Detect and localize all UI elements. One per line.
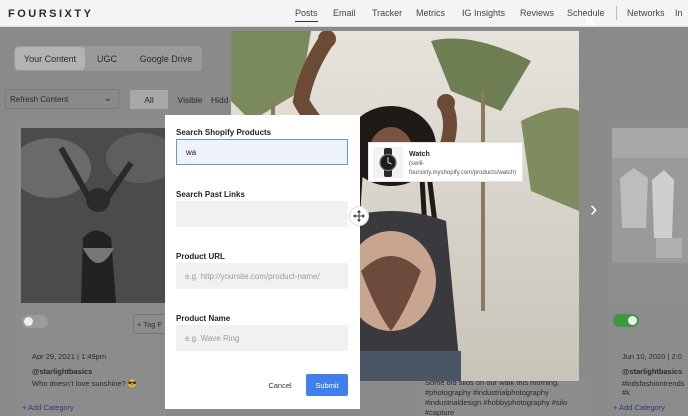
tag-product-button-left[interactable]: + Tag F bbox=[133, 314, 166, 334]
brand-logo[interactable]: FOURSIXTY bbox=[8, 8, 93, 20]
visibility-toggle-left[interactable] bbox=[22, 315, 48, 328]
post-user-left[interactable]: @starlightbasics bbox=[32, 367, 92, 376]
tab-ugc[interactable]: UGC bbox=[85, 47, 129, 70]
chevron-right-icon[interactable]: › bbox=[590, 196, 597, 222]
chevron-down-icon: ⌄ bbox=[103, 93, 112, 104]
post-date-left: Apr 29, 2021 | 1:49pm bbox=[32, 352, 107, 361]
nav-in[interactable]: In bbox=[675, 8, 683, 18]
product-url-input[interactable] bbox=[176, 263, 348, 289]
search-shopify-label: Search Shopify Products bbox=[176, 128, 272, 137]
nav-networks[interactable]: Networks bbox=[627, 8, 665, 18]
move-icon[interactable] bbox=[349, 206, 369, 226]
nav-tracker[interactable]: Tracker bbox=[372, 8, 402, 18]
nav-posts[interactable]: Posts bbox=[295, 8, 318, 22]
product-name-label: Product Name bbox=[176, 314, 231, 323]
nav-reviews[interactable]: Reviews bbox=[520, 8, 554, 18]
product-name-input[interactable] bbox=[176, 325, 348, 351]
filter-all[interactable]: All bbox=[130, 90, 168, 109]
move-glyph bbox=[353, 210, 365, 222]
suggestion-title: Watch bbox=[409, 151, 430, 158]
post-image bbox=[21, 128, 166, 303]
post-date-right: Jun 10, 2020 | 2:0 bbox=[622, 352, 682, 361]
search-past-links-input[interactable] bbox=[176, 201, 348, 227]
post-user-right[interactable]: @starlightbasics bbox=[622, 367, 682, 376]
search-past-links-label: Search Past Links bbox=[176, 190, 245, 199]
product-thumbnail bbox=[373, 147, 403, 178]
submit-button[interactable]: Submit bbox=[306, 374, 348, 396]
nav-email[interactable]: Email bbox=[333, 8, 356, 18]
toggle-knob bbox=[24, 317, 33, 326]
cancel-button[interactable]: Cancel bbox=[265, 377, 295, 393]
watch-icon bbox=[373, 147, 403, 178]
nav-ig-insights[interactable]: IG Insights bbox=[462, 8, 505, 18]
post-photo-right[interactable] bbox=[612, 128, 688, 303]
toggle-knob bbox=[628, 316, 637, 325]
tab-google-drive[interactable]: Google Drive bbox=[130, 47, 202, 70]
visibility-toggle-right[interactable] bbox=[613, 314, 639, 327]
dropdown-label: Refresh Content bbox=[10, 95, 69, 104]
post-caption-right: #kidsfashiontrends #k bbox=[622, 379, 685, 397]
filter-hidden[interactable]: Hidd bbox=[211, 90, 231, 109]
product-url-label: Product URL bbox=[176, 252, 225, 261]
post-image bbox=[612, 128, 688, 303]
suggestion-url: (swill-foursixty.myshopify.com/products/… bbox=[409, 161, 517, 176]
search-shopify-input[interactable] bbox=[176, 139, 348, 165]
post-caption-left: Who doesn’t love sunshine? 😎 bbox=[32, 379, 138, 388]
tab-your-content[interactable]: Your Content bbox=[15, 47, 85, 70]
add-category-right[interactable]: + Add Category bbox=[613, 403, 665, 412]
filter-visible[interactable]: Visible bbox=[170, 90, 210, 109]
add-category-left[interactable]: + Add Category bbox=[22, 403, 74, 412]
nav-divider bbox=[616, 6, 617, 20]
close-icon[interactable]: ✕ bbox=[582, 12, 597, 30]
product-suggestion[interactable]: Watch (swill-foursixty.myshopify.com/pro… bbox=[368, 142, 523, 182]
refresh-content-dropdown[interactable]: Refresh Content ⌄ bbox=[5, 89, 119, 109]
post-photo-left[interactable] bbox=[21, 128, 166, 303]
post-caption-middle: Some old silos on our walk this morning.… bbox=[425, 378, 568, 416]
nav-metrics[interactable]: Metrics bbox=[416, 8, 445, 18]
tag-product-modal: Search Shopify Products Search Past Link… bbox=[165, 115, 360, 409]
